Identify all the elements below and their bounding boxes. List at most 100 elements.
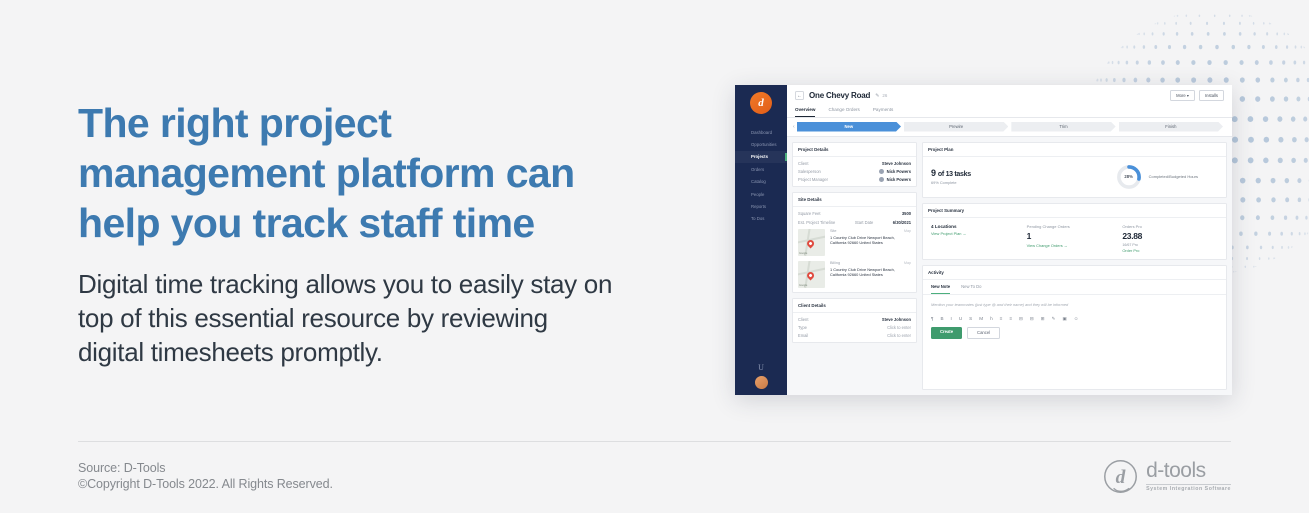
page-title: The right project management platform ca… [78,100,575,246]
link-icon[interactable]: ✎ [1052,316,1056,322]
app-sidebar: d Dashboard Opportunities Projects Orders Ca… [735,85,787,395]
activity-tab-new-note[interactable]: New Note [931,280,951,294]
view-project-plan-link[interactable]: View Project Plan → [931,231,1027,236]
app-content: Project Details Client Steve Johnson Sales… [787,137,1232,396]
sidebar-item-dashboard[interactable]: Dashboard [735,126,787,138]
page-subtitle: Digital time tracking allows you to easi… [78,269,613,367]
sidebar-item-orders[interactable]: Orders [735,163,787,175]
dtools-logo: d d-tools System Integration Software [1102,458,1231,495]
stage-progress-bar: ‹ New Prewire Trim Finish [787,117,1232,137]
copyright-text: ©Copyright D-Tools 2022. All Rights Rese… [78,477,333,491]
activity-tab-new-to-do[interactable]: New To Do [961,280,981,294]
installs-button[interactable]: Installs [1198,90,1224,101]
projects-icon [741,154,747,160]
map-thumbnail[interactable]: Google [798,228,825,256]
stage-new[interactable]: New [797,122,901,132]
paragraph-icon[interactable]: ¶ [931,316,933,321]
activity-card: Activity New Note New To Do Mention your … [922,265,1227,390]
outdent-icon[interactable]: ⊟ [1030,316,1034,322]
stage-prewire[interactable]: Prewire [904,122,1008,132]
project-details-card: Project Details Client Steve Johnson Sales… [792,141,917,188]
tab-overview[interactable]: Overview [795,107,816,117]
row-value: Steve Johnson [881,316,911,322]
strikethrough-icon[interactable]: S [969,316,972,321]
emoji-icon[interactable]: ☺ [1074,316,1079,321]
map-credit: Google [799,252,808,256]
sidebar-item-catalog[interactable]: Catalog [735,176,787,188]
reports-icon [741,203,747,209]
stage-finish[interactable]: Finish [1119,122,1223,132]
note-placeholder[interactable]: Mention your teammates (just type @ and … [931,302,1218,307]
locations-summary: 4 Locations View Project Plan → [931,224,1027,254]
dtools-mark-icon: d [1102,458,1139,495]
bold-icon[interactable]: B [940,316,943,321]
italic-icon[interactable]: I [951,316,952,321]
list-bullet-icon[interactable]: h [990,316,993,321]
back-icon[interactable]: ← [795,91,804,100]
row-label: Project Manager [798,177,829,183]
tab-payments[interactable]: Payments [873,107,893,117]
address-block: Google Map Billing 1 Country Club Drive New… [798,260,911,288]
sidebar-item-people[interactable]: People [735,188,787,200]
more-button[interactable]: More ▾ [1170,90,1195,101]
avatar[interactable] [754,376,768,389]
start-date-value: 6/30/2021 [892,219,911,225]
avatar [879,177,885,183]
sidebar-item-label: Projects [751,154,768,160]
tab-change-orders[interactable]: Change Orders [828,107,859,117]
project-title: One Chevy Road [809,91,871,100]
client-details-card: Client Details Client Steve Johnson Type Cl… [792,297,917,344]
dtools-wordmark: d-tools [1146,459,1206,483]
sidebar-item-label: To Dos [751,216,765,222]
indent-icon[interactable]: ⊟ [1019,316,1023,322]
create-button[interactable]: Create [931,326,963,339]
project-plan-card: Project Plan 9 of 13 tasks 69% Complete [922,141,1227,198]
sidebar-item-to-dos[interactable]: To Dos [735,213,787,225]
donut-label: Completed/Budgeted Hours [1148,174,1198,179]
align-center-icon[interactable]: ≡ [1009,316,1012,321]
app-main: ← One Chevy Road ✎ 26 More ▾ Installs Ove… [787,85,1232,395]
cancel-button[interactable]: Cancel [967,326,1001,339]
opportunities-icon [741,142,747,148]
table-row: Email Click to enter [798,333,911,338]
project-id: 26 [882,93,888,98]
quote-icon[interactable]: ⊞ [1041,316,1045,322]
edit-icon[interactable]: ✎ [875,93,879,99]
chevron-left-icon[interactable]: ‹ [793,124,795,130]
change-orders-summary: Pending Change Orders 1 View Change Orde… [1027,224,1123,254]
orders-sub: 16/67 Pro [1122,242,1138,247]
sidebar-item-opportunities[interactable]: Opportunities [735,138,787,150]
card-title: Project Summary [923,204,1226,218]
sidebar-item-label: Opportunities [751,142,777,148]
align-left-icon[interactable]: ≡ [1000,316,1003,321]
app-logo-icon: d [750,92,772,114]
table-row: Salesperson Nick Powers [798,168,911,174]
highlight-icon[interactable]: M [979,316,983,321]
row-value[interactable]: Click to enter [887,333,911,338]
orders-label: Orders Pro [1122,223,1142,229]
footer: Source: D-Tools ©Copyright D-Tools 2022.… [78,460,333,492]
sidebar-item-label: Reports [751,203,767,209]
row-value[interactable]: Click to enter [887,325,911,330]
address-text: 1 Country Club Drive Newport Beach, Cali… [830,266,895,277]
sidebar-item-reports[interactable]: Reports [735,200,787,212]
sidebar-item-projects[interactable]: Projects [735,150,787,164]
underline-icon[interactable]: U [959,316,962,321]
left-column: Project Details Client Steve Johnson Sales… [792,141,917,391]
stage-trim[interactable]: Trim [1011,122,1115,132]
map-link[interactable]: Map [904,261,911,265]
task-count: 9 of 13 tasks [931,167,971,178]
map-link[interactable]: Map [904,229,911,233]
orders-summary: Orders Pro 23.88 16/67 Pro Order Pro [1122,224,1218,254]
table-row: Client Steve Johnson [798,161,911,166]
orders-link[interactable]: Order Pro [1122,248,1218,253]
change-orders-value: 1 [1026,231,1032,241]
start-date-label: Start Date [854,219,874,225]
image-icon[interactable]: ▣ [1062,316,1066,322]
address-text: 1 Country Club Drive Newport Beach, Cali… [830,234,895,245]
map-thumbnail[interactable]: Google [798,260,825,288]
address-block: Google Map Site 1 Country Club Drive Newpor… [798,228,911,256]
view-change-orders-link[interactable]: View Change Orders → [1027,243,1123,248]
hours-donut-chart: 28% [1116,164,1142,190]
dashboard-icon [741,129,747,135]
